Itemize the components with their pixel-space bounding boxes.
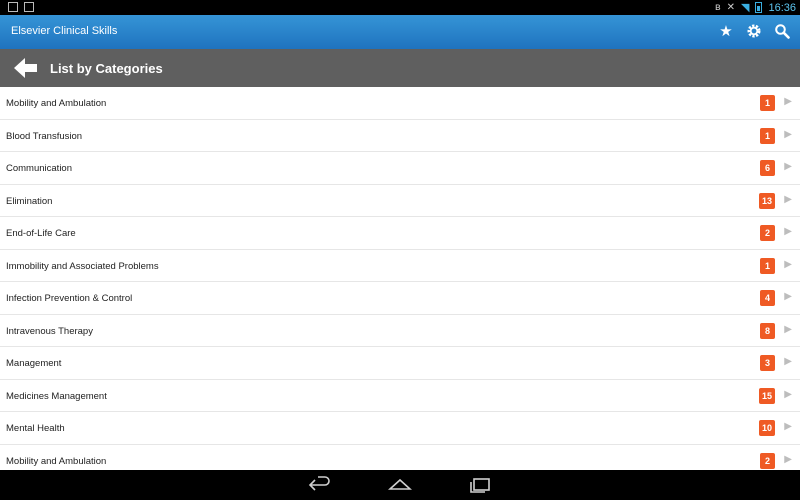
count-badge: 1 <box>760 95 775 111</box>
status-time: 16:36 <box>768 1 796 14</box>
back-arrow-icon[interactable] <box>14 58 38 78</box>
chevron-right-icon: ▶ <box>784 453 792 465</box>
category-row[interactable]: Elimination 13 ▶ <box>0 185 800 217</box>
category-list[interactable]: Mobility and Ambulation 1 ▶ Blood Transf… <box>0 87 800 470</box>
category-row[interactable]: End-of-Life Care 2 ▶ <box>0 217 800 250</box>
count-badge: 13 <box>758 192 775 209</box>
category-label: Mobility and Ambulation <box>6 455 107 467</box>
chevron-right-icon: ▶ <box>784 323 792 335</box>
count-badge: 2 <box>760 225 775 241</box>
chevron-right-icon: ▶ <box>784 128 792 140</box>
count-badge: 6 <box>760 160 775 176</box>
chevron-right-icon: ▶ <box>784 161 792 172</box>
category-label: Elimination <box>6 195 53 207</box>
category-row[interactable]: Mobility and Ambulation 2 ▶ <box>0 445 800 471</box>
status-bar: ʙ ✕ ◥ 16:36 <box>0 0 800 15</box>
app-bar: Elsevier Clinical Skills ★ <box>0 15 800 49</box>
battery-icon <box>755 2 763 13</box>
chevron-right-icon: ▶ <box>784 96 792 107</box>
category-label: End-of-Life Care <box>6 228 76 239</box>
category-row[interactable]: Medicines Management 15 ▶ <box>0 380 800 412</box>
category-row[interactable]: Communication 6 ▶ <box>0 152 800 185</box>
category-row[interactable]: Immobility and Associated Problems 1 ▶ <box>0 250 800 282</box>
chevron-right-icon: ▶ <box>784 356 792 367</box>
category-row[interactable]: Blood Transfusion 1 ▶ <box>0 120 800 152</box>
category-label: Infection Prevention & Control <box>6 293 133 304</box>
category-label: Blood Transfusion <box>6 130 83 142</box>
header-bar: List by Categories <box>0 49 800 87</box>
chevron-right-icon: ▶ <box>784 388 792 400</box>
count-badge: 15 <box>758 387 775 404</box>
count-badge: 8 <box>760 322 775 339</box>
category-row[interactable]: Management 3 ▶ <box>0 347 800 380</box>
app-title: Elsevier Clinical Skills <box>11 25 118 37</box>
category-label: Mobility and Ambulation <box>6 98 107 109</box>
category-label: Immobility and Associated Problems <box>6 260 159 272</box>
back-nav-icon[interactable] <box>308 476 332 494</box>
category-label: Management <box>6 358 62 369</box>
category-label: Intravenous Therapy <box>6 325 93 337</box>
recents-nav-icon[interactable] <box>468 476 492 494</box>
category-row[interactable]: Infection Prevention & Control 4 ▶ <box>0 282 800 315</box>
count-badge: 2 <box>760 452 775 469</box>
count-badge: 10 <box>758 420 775 436</box>
category-row[interactable]: Mental Health 10 ▶ <box>0 412 800 445</box>
wifi-icon: ◥ <box>741 1 750 14</box>
notification-screenshot-icon <box>8 2 18 12</box>
chevron-right-icon: ▶ <box>784 226 792 237</box>
category-row[interactable]: Intravenous Therapy 8 ▶ <box>0 315 800 347</box>
page-title: List by Categories <box>50 61 163 76</box>
category-label: Mental Health <box>6 423 65 434</box>
chevron-right-icon: ▶ <box>784 291 792 302</box>
count-badge: 4 <box>760 290 775 306</box>
notification-image-icon <box>24 2 34 12</box>
star-icon[interactable]: ★ <box>718 22 734 40</box>
category-label: Communication <box>6 163 72 174</box>
bluetooth-icon: ʙ <box>714 2 721 13</box>
gear-icon[interactable] <box>746 22 762 40</box>
home-nav-icon[interactable] <box>387 476 413 494</box>
category-label: Medicines Management <box>6 390 107 402</box>
chevron-right-icon: ▶ <box>784 193 792 205</box>
category-row[interactable]: Mobility and Ambulation 1 ▶ <box>0 87 800 120</box>
chevron-right-icon: ▶ <box>784 258 792 270</box>
system-nav-bar <box>0 470 800 500</box>
chevron-right-icon: ▶ <box>784 421 792 432</box>
count-badge: 1 <box>760 127 775 144</box>
count-badge: 3 <box>760 355 775 371</box>
count-badge: 1 <box>760 257 775 274</box>
search-icon[interactable] <box>774 22 790 40</box>
mute-icon: ✕ <box>726 2 735 13</box>
